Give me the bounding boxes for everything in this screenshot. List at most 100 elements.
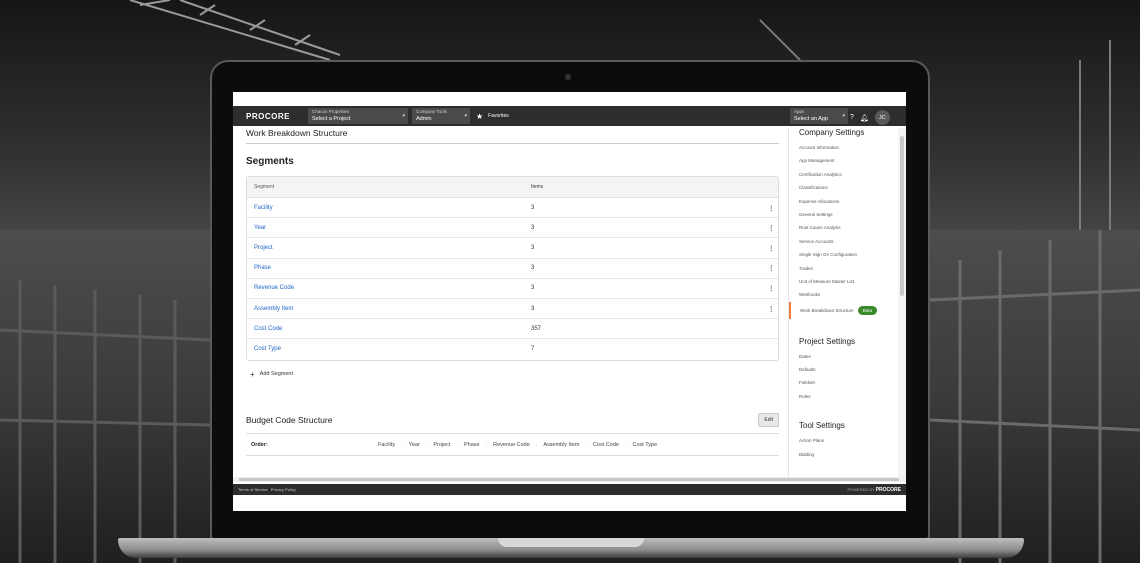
column-header-items: Items — [531, 184, 544, 190]
table-row: Cost Type 7 — [247, 339, 778, 359]
segment-link[interactable]: Year — [247, 225, 524, 231]
add-segment-button[interactable]: + Add Segment — [250, 370, 779, 379]
apps-picker-value: Select an App — [794, 116, 828, 122]
order-separator: . — [456, 441, 458, 448]
company-settings-title: Company Settings — [799, 128, 865, 137]
horizontal-scrollbar[interactable] — [233, 477, 906, 482]
sidebar-item-app-management[interactable]: App Management — [799, 154, 906, 167]
sidebar-item-general-settings[interactable]: General Settings — [799, 208, 906, 221]
top-icons: ? 🔔︎ JC — [850, 110, 890, 125]
sidebar-item-trades[interactable]: Trades — [799, 262, 906, 275]
sidebar-scrollbar[interactable] — [898, 128, 906, 477]
sidebar-item-defaults[interactable]: Defaults — [799, 363, 906, 376]
help-icon[interactable]: ? — [850, 114, 854, 121]
order-item: Year — [408, 441, 420, 448]
camera-icon — [565, 74, 571, 80]
segment-link[interactable]: Facility — [247, 205, 524, 211]
top-navigation-bar: PROCORE Chacon Properties Select a Proje… — [233, 106, 906, 126]
terms-link[interactable]: Terms of Service — [238, 487, 268, 492]
segment-items: 357 — [531, 325, 542, 332]
settings-sidebar: Company Settings Account Information App… — [788, 128, 906, 477]
table-row: Facility 3 ⋮ — [247, 198, 778, 219]
sidebar-item-bidding[interactable]: Bidding — [799, 448, 906, 461]
sidebar-item-root-cause-analysis[interactable]: Root Cause Analysis — [799, 221, 906, 234]
powered-by: POWERED BY PROCORE — [848, 487, 901, 493]
order-item: Cost Code — [592, 441, 619, 448]
order-separator: . — [401, 441, 403, 448]
table-row: Revenue Code 3 ⋮ — [247, 279, 778, 299]
bell-icon[interactable]: 🔔︎ — [860, 114, 869, 122]
segment-items: 3 — [531, 224, 535, 231]
avatar[interactable]: JC — [874, 110, 890, 125]
edit-button[interactable]: Edit — [758, 413, 779, 427]
segment-items: 3 — [531, 244, 535, 251]
chevron-down-icon: ▾ — [464, 113, 467, 119]
more-actions-icon[interactable]: ⋮ — [768, 204, 775, 212]
laptop-notch — [498, 538, 644, 547]
more-actions-icon[interactable]: ⋮ — [768, 305, 775, 313]
segment-link[interactable]: Phase — [247, 265, 524, 271]
segment-items: 3 — [531, 305, 535, 312]
more-actions-icon[interactable]: ⋮ — [768, 284, 775, 292]
project-picker[interactable]: Chacon Properties Select a Project ▾ — [308, 108, 408, 124]
segment-link[interactable]: Project — [247, 245, 524, 251]
budget-code-structure: Budget Code Structure Edit Order: Facili… — [246, 413, 779, 456]
order-separator: . — [624, 441, 627, 448]
sidebar-item-single-sign-on[interactable]: Single Sign On Configuration — [799, 248, 906, 261]
sidebar-item-roles[interactable]: Roles — [799, 390, 906, 403]
budget-header: Budget Code Structure Edit — [246, 413, 779, 427]
apps-picker[interactable]: Apps Select an App ▾ — [790, 108, 848, 124]
project-settings-title: Project Settings — [799, 336, 856, 346]
plus-icon: + — [250, 369, 255, 379]
sidebar-item-work-breakdown-structure[interactable]: Work Breakdown Structure Beta — [789, 301, 906, 319]
order-separator: . — [425, 441, 428, 448]
tools-picker-value: Admin — [416, 116, 432, 122]
more-actions-icon[interactable]: ⋮ — [768, 264, 775, 272]
tools-picker[interactable]: Company Tools Admin ▾ — [412, 108, 470, 124]
main-content: Work Breakdown Structure Segments Segmen… — [246, 128, 779, 379]
table-header: Segment Items — [247, 177, 778, 198]
more-actions-icon[interactable]: ⋮ — [768, 244, 775, 252]
sidebar-item-dates[interactable]: Dates — [799, 350, 906, 363]
order-item: Revenue Code — [493, 441, 530, 448]
budget-title: Budget Code Structure — [246, 415, 333, 425]
app-screen: PROCORE Chacon Properties Select a Proje… — [233, 92, 906, 511]
procore-logo[interactable]: PROCORE — [246, 112, 304, 121]
segment-items: 3 — [531, 265, 535, 272]
segment-link[interactable]: Assembly Item — [247, 306, 524, 312]
sidebar-item-action-plans[interactable]: Action Plans — [799, 434, 906, 447]
more-actions-icon[interactable]: ⋮ — [768, 224, 775, 232]
chevron-down-icon: ▾ — [402, 113, 405, 119]
beta-badge: Beta — [857, 305, 877, 315]
sidebar-item-expense-allocations[interactable]: Expense Allocations — [799, 195, 906, 208]
segments-table: Segment Items Facility 3 ⋮ Year 3 ⋮ Proj… — [246, 176, 779, 361]
segment-items: 3 — [531, 204, 535, 211]
sidebar-item-classifications[interactable]: Classifications — [799, 181, 906, 194]
sidebar-item-service-accounts[interactable]: Service Accounts — [799, 235, 906, 248]
sidebar-item-webhooks[interactable]: Webhooks — [799, 288, 906, 301]
sidebar-item-unit-of-measure[interactable]: Unit of Measure Master List — [799, 275, 906, 288]
favorites-button[interactable]: ★ Favorites — [476, 112, 509, 121]
privacy-link[interactable]: Privacy Policy — [271, 487, 296, 492]
table-row: Phase 3 ⋮ — [247, 259, 778, 279]
scrollbar-thumb[interactable] — [900, 136, 904, 296]
segment-link[interactable]: Cost Code — [247, 326, 524, 332]
powered-by-logo: PROCORE — [875, 486, 901, 493]
table-row: Assembly Item 3 ⋮ — [247, 299, 778, 320]
sidebar-item-fieldset[interactable]: Fieldset — [799, 376, 906, 389]
table-row: Project 3 ⋮ — [247, 238, 778, 259]
order-separator: . — [485, 441, 488, 448]
add-segment-label: Add Segment — [259, 371, 293, 377]
page-title: Work Breakdown Structure — [246, 128, 779, 144]
sidebar-item-certification-analytics[interactable]: Certification Analytics — [799, 168, 906, 181]
order-item: Cost Type — [632, 441, 658, 448]
segment-link[interactable]: Cost Type — [247, 346, 524, 352]
sidebar-item-label: Work Breakdown Structure — [800, 307, 854, 313]
order-separator: . — [535, 441, 538, 448]
scrollbar-thumb[interactable] — [239, 478, 899, 481]
segment-link[interactable]: Revenue Code — [247, 285, 524, 291]
chevron-down-icon: ▾ — [842, 113, 845, 119]
project-picker-value: Select a Project — [312, 116, 351, 122]
sidebar-item-account-information[interactable]: Account Information — [799, 141, 906, 154]
order-item: Assembly Item — [543, 441, 580, 448]
